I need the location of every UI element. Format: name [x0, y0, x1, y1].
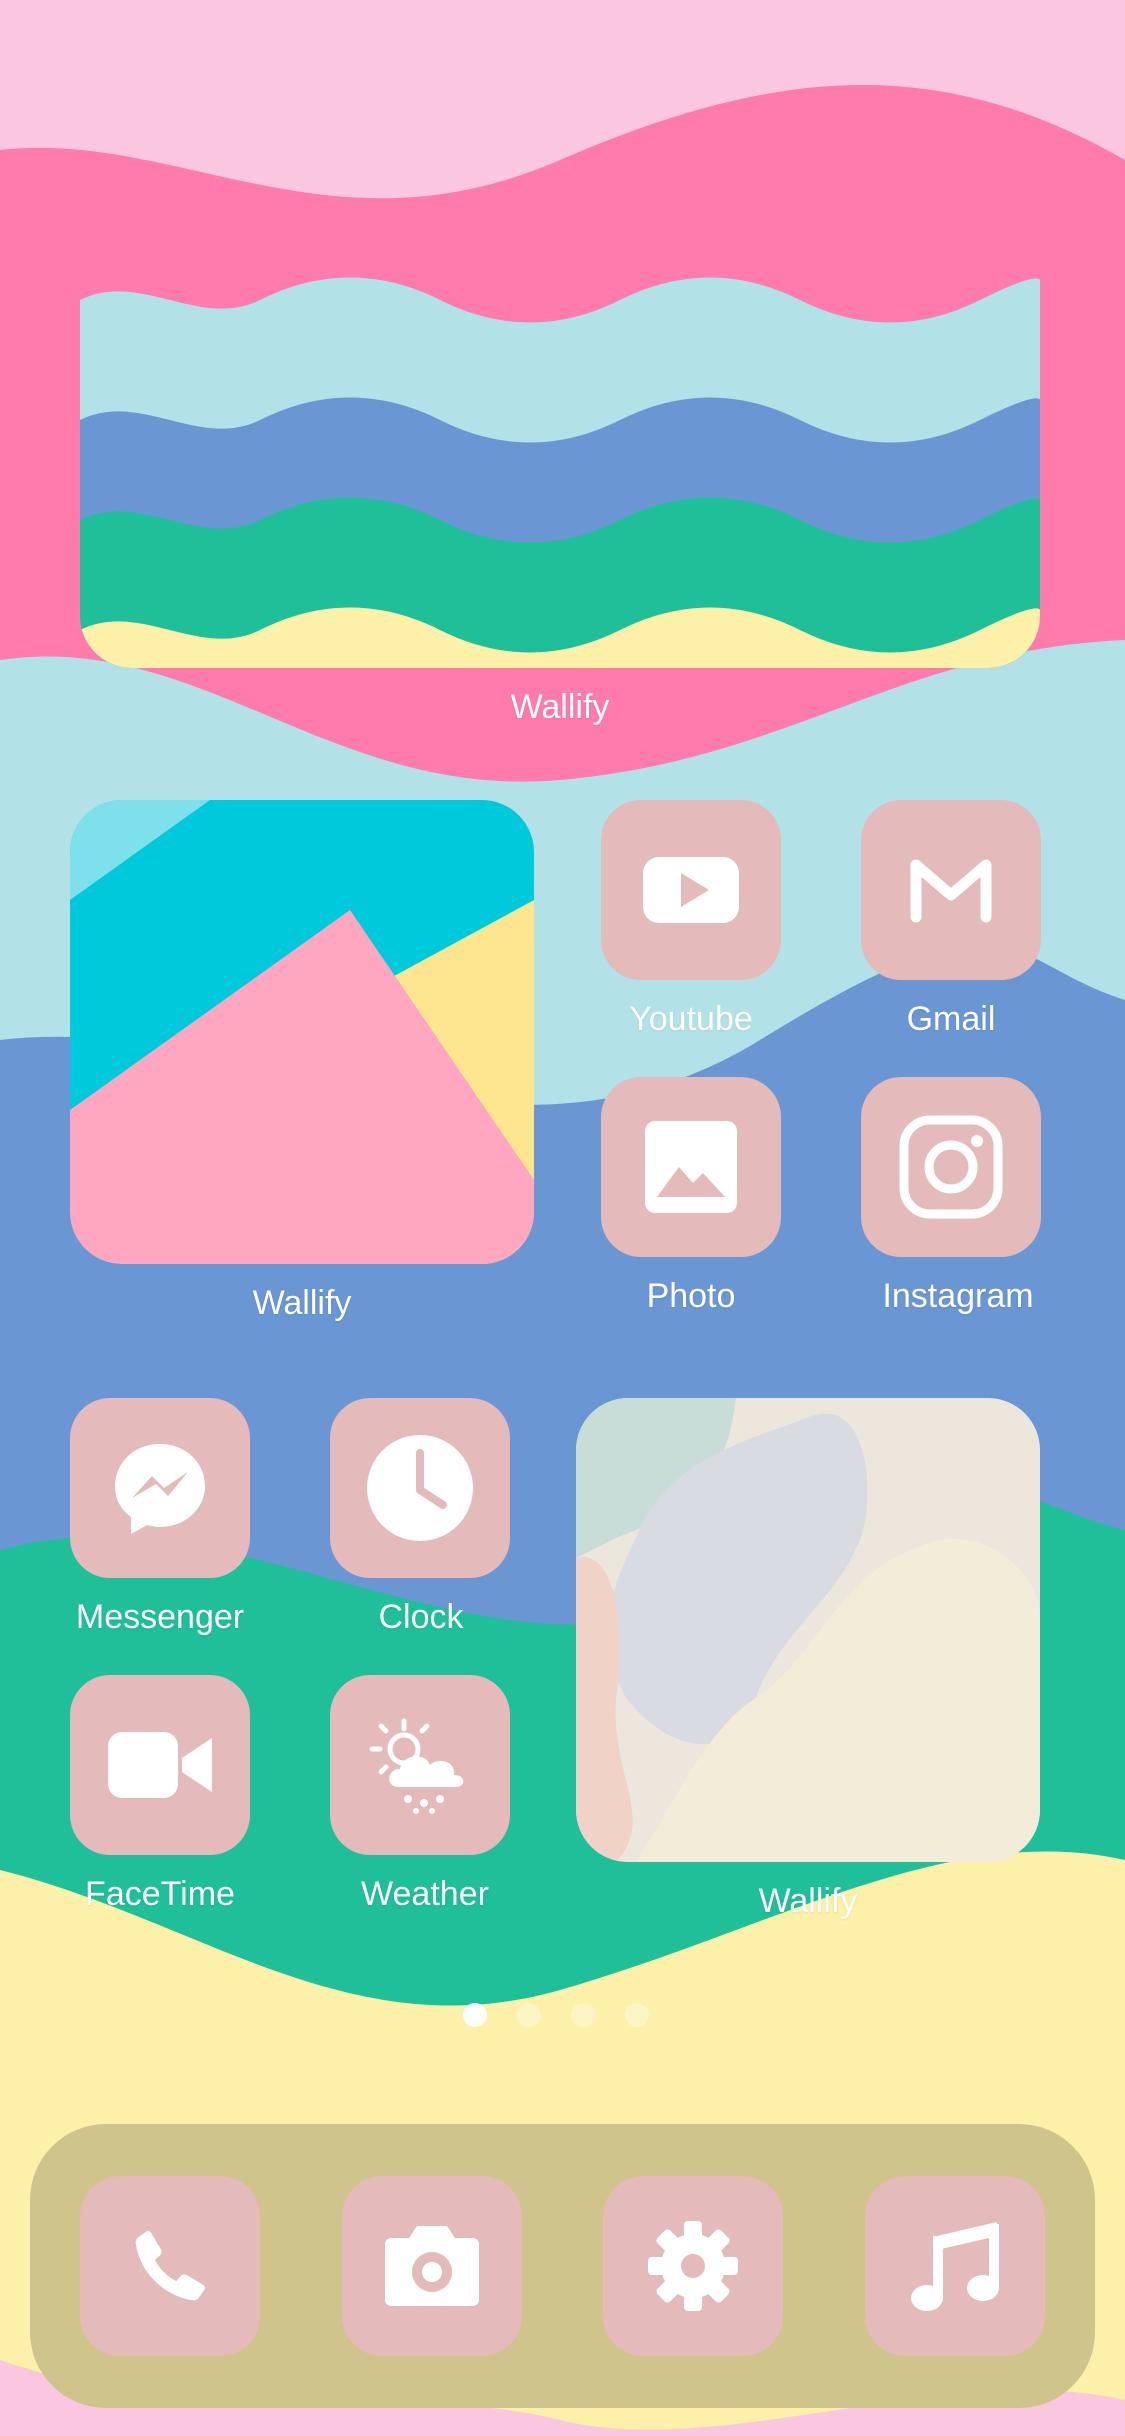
- widget-right[interactable]: [576, 1398, 1040, 1862]
- dock-camera[interactable]: [342, 2176, 522, 2356]
- page-dot-3[interactable]: [571, 2003, 595, 2027]
- phone-icon: [135, 2231, 205, 2301]
- messenger-icon: [115, 1444, 205, 1534]
- camera-icon: [385, 2226, 479, 2306]
- widget-right-label: Wallify: [758, 1882, 858, 1920]
- app-weather[interactable]: [330, 1675, 510, 1855]
- app-facetime[interactable]: [70, 1675, 250, 1855]
- settings-icon: [648, 2221, 738, 2311]
- music-icon: [911, 2222, 999, 2311]
- app-clock-label: Clock: [378, 1598, 464, 1636]
- dock-phone[interactable]: [80, 2176, 260, 2356]
- app-gmail[interactable]: [861, 800, 1041, 980]
- page-indicator[interactable]: [463, 2000, 663, 2030]
- app-messenger[interactable]: [70, 1398, 250, 1578]
- app-youtube-label: Youtube: [629, 1000, 753, 1038]
- widget-top[interactable]: [80, 200, 1040, 668]
- page-dot-1[interactable]: [463, 2003, 487, 2027]
- youtube-icon: [643, 857, 739, 923]
- app-instagram-label: Instagram: [882, 1277, 1034, 1315]
- widget-top-label: Wallify: [510, 688, 610, 726]
- widget-left-label: Wallify: [252, 1284, 352, 1322]
- app-youtube[interactable]: [601, 800, 781, 980]
- photo-icon: [645, 1121, 737, 1213]
- video-camera-icon: [108, 1732, 212, 1798]
- weather-icon: [369, 1718, 464, 1814]
- waves-image: [80, 200, 1040, 668]
- app-photo[interactable]: [601, 1077, 781, 1257]
- dock: [30, 2124, 1095, 2408]
- clock-icon: [367, 1435, 473, 1541]
- home-screen: Wallify Wallify Wallify Youtube Gmail Ph…: [0, 0, 1125, 2436]
- app-messenger-label: Messenger: [75, 1598, 245, 1636]
- paint-blobs-image: [576, 1398, 1040, 1862]
- page-dot-4[interactable]: [625, 2003, 649, 2027]
- widget-left[interactable]: [70, 800, 534, 1264]
- app-facetime-label: FaceTime: [85, 1875, 235, 1913]
- paper-shapes-image: [70, 800, 534, 1264]
- gmail-icon: [910, 859, 992, 923]
- app-weather-label: Weather: [361, 1875, 489, 1913]
- dock-settings[interactable]: [603, 2176, 783, 2356]
- app-gmail-label: Gmail: [906, 1000, 996, 1038]
- app-photo-label: Photo: [646, 1277, 736, 1315]
- instagram-icon: [899, 1115, 1003, 1219]
- app-clock[interactable]: [330, 1398, 510, 1578]
- app-instagram[interactable]: [861, 1077, 1041, 1257]
- dock-music[interactable]: [865, 2176, 1045, 2356]
- page-dot-2[interactable]: [517, 2003, 541, 2027]
